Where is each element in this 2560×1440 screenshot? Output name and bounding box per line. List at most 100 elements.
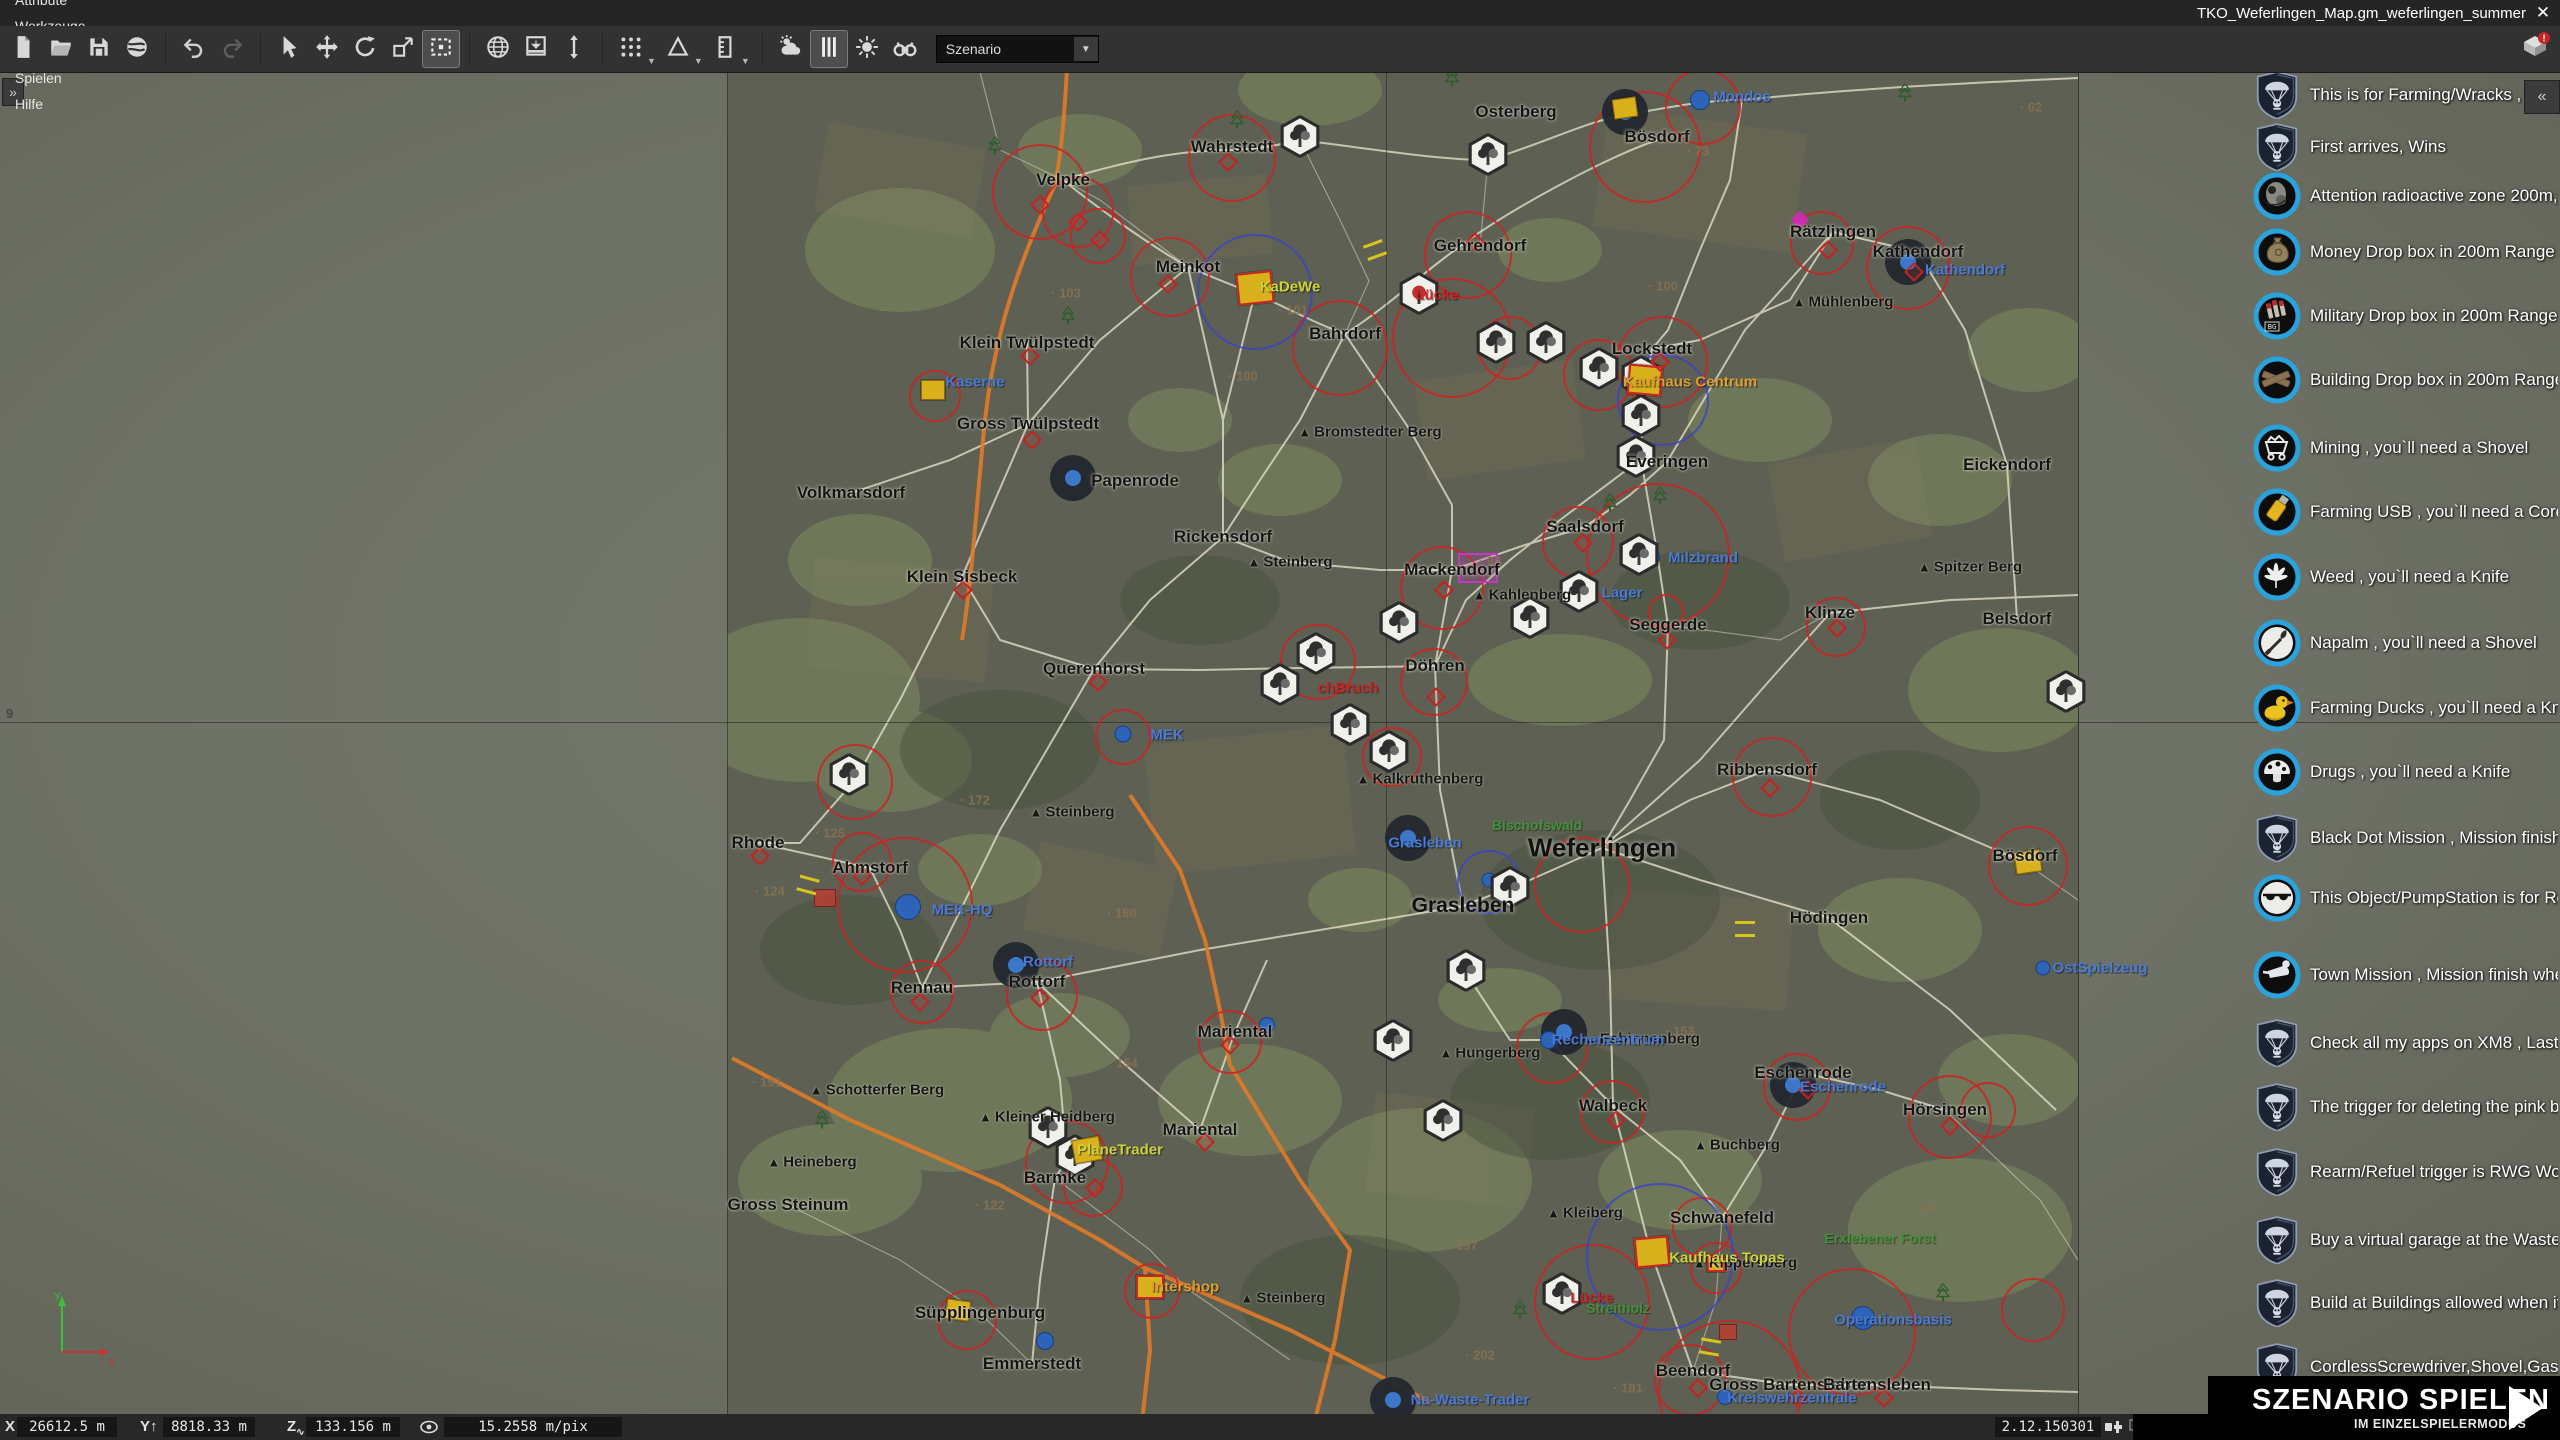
briefing-item[interactable]: Black Dot Mission , Mission finish when … [2252,811,2558,865]
menu-item-hilfe[interactable]: Hilfe [0,91,114,117]
scale-tool-button[interactable] [385,31,421,67]
map-label-blue: Rottorf [1023,954,1073,971]
move-tool-button[interactable] [309,31,345,67]
panel-collapse-button[interactable]: « [2524,80,2560,114]
play-scenario-button[interactable]: SZENARIO SPIELEN IM EINZELSPIELERMODUS [2208,1376,2560,1440]
coord-x-value[interactable]: 26612.5 m [17,1417,117,1437]
badge-icon [2252,123,2302,171]
elevation-label: · 154 [1108,1056,1138,1071]
briefing-item[interactable]: Town Mission , Mission finish when 80% a… [2252,948,2558,1002]
bridge-marker [1735,921,1755,937]
surface-snap-button[interactable] [518,31,554,67]
briefing-item[interactable]: Napalm , you`ll need a Shovel [2252,616,2558,670]
save-button[interactable] [81,31,117,67]
briefing-item[interactable]: The trigger for deleting the pink box ar… [2252,1080,2558,1134]
map-viewport[interactable]: 9 9 » · 103· 101· 100· 100· 98· 73· 62· … [0,72,2560,1414]
trader-box-marker [1719,1324,1737,1340]
select-cursor-button[interactable] [271,31,307,67]
briefing-item[interactable]: First arrives, Wins [2252,120,2558,174]
new-file-button[interactable] [5,31,41,67]
undo-button[interactable] [176,31,212,67]
menu-item-attribute[interactable]: Attribute [0,0,114,13]
briefing-item[interactable]: BGMilitary Drop box in 200m Range with D… [2252,289,2558,343]
briefing-item[interactable]: Money Drop box in 200m Range with Ducks [2252,225,2558,279]
forest-mission-hex-marker [1559,571,1599,618]
moneybag-icon [2252,227,2302,277]
briefing-item-text: The trigger for deleting the pink box ar… [2310,1097,2558,1117]
briefing-item[interactable]: Weed , you`ll need a Knife [2252,550,2558,604]
chevron-down-icon[interactable]: ▼ [1074,37,1098,61]
forest-mission-hex-marker [1526,322,1566,369]
town-diamond-marker [1760,778,1780,798]
angle-snap-button[interactable] [660,31,696,67]
tree-icon [1603,494,1617,517]
town-diamond-marker [1068,212,1088,232]
weather-clouds-button[interactable] [773,31,809,67]
briefing-item[interactable]: Check all my apps on XM8 , Last AI,Playe… [2252,1016,2558,1070]
coord-y-value[interactable]: 8818.33 m [163,1417,255,1437]
map-scale-value[interactable]: 15.2558 m/pix [444,1417,622,1437]
briefing-item[interactable]: This is for Farming/Wracks , ! Claim n [2252,68,2558,122]
map-label-peak: ▲Kleiberg [1547,1205,1623,1222]
coord-z-value[interactable]: 133.156 m [306,1417,400,1437]
binoculars-button[interactable] [887,31,923,67]
toolbar-separator [602,33,603,65]
gamepad-icon[interactable] [2104,1418,2124,1436]
coord-z-label: Z∿ [287,1418,305,1438]
elevation-label: · 124 [755,884,785,899]
town-diamond-marker [1788,1388,1808,1408]
map-label-town: Gross Twülpstedt [957,414,1099,434]
town-diamond-marker [1088,672,1108,692]
briefing-item[interactable]: Mining , you`ll need a Shovel [2252,421,2558,475]
rotate-tool-button[interactable] [347,31,383,67]
briefing-item[interactable]: Farming Ducks , you`ll need a Knife [2252,681,2558,735]
rain-button[interactable] [811,31,847,67]
angle-snap-dropdown-arrow[interactable]: ▼ [694,56,703,66]
globe-button[interactable] [480,31,516,67]
redo-icon [219,34,245,65]
briefing-item[interactable]: This Object/PumpStation is for Rearm/Ref… [2252,871,2558,925]
town-diamond-marker [1606,1110,1626,1130]
mission-zone-circle [1658,1320,1802,1414]
town-diamond-marker [1434,580,1454,600]
close-icon[interactable]: ✕ [2526,0,2560,26]
trader-zone-circle [1457,850,1521,914]
vertical-move-button[interactable] [556,31,592,67]
briefing-item[interactable]: Buy a virtual garage at the Wastedump Tr… [2252,1213,2558,1267]
map-label-town: Osterberg [1475,102,1556,122]
coord-y-label: Y↑ [140,1418,158,1435]
forest-mission-hex-marker [1619,534,1659,581]
elevation-label: · 153 [1665,1024,1695,1039]
badge-icon [2252,1148,2302,1196]
briefing-item[interactable]: Build at Buildings allowed when its Poss… [2252,1276,2558,1330]
shovel-icon [2252,618,2302,668]
scenario-combobox[interactable]: Szenario▼ [936,35,1099,63]
open-folder-button[interactable] [43,31,79,67]
briefing-item[interactable]: Rearm/Refuel trigger is RWG Workbench 50… [2252,1145,2558,1199]
box-select-button[interactable] [423,31,459,67]
briefing-item-text: Town Mission , Mission finish when 80% a… [2310,965,2558,985]
mission-zone-circle [817,744,893,820]
town-diamond-marker [1218,152,1238,172]
grid-snap-button[interactable] [613,31,649,67]
sun-button[interactable] [849,31,885,67]
move-tool-icon [314,34,340,65]
briefing-item[interactable]: Drugs , you`ll need a Knife [2252,745,2558,799]
town-diamond-marker [1904,262,1924,282]
redo-button[interactable] [214,31,250,67]
measure-button[interactable] [707,31,743,67]
briefing-item[interactable]: Attention radioactive zone 200m,you`ll n… [2252,169,2558,223]
grid-snap-dropdown-arrow[interactable]: ▼ [647,56,656,66]
map-label-blue: Milzbrand [1668,550,1738,567]
world-save-button[interactable] [119,31,155,67]
mission-zone-circle [1988,826,2068,906]
pink-box-marker [1791,211,1809,229]
measure-dropdown-arrow[interactable]: ▼ [741,56,750,66]
briefing-item[interactable]: Building Drop box in 200m Range with Duc… [2252,353,2558,407]
map-label-peak: ▲Esbinnenberg [1584,1031,1700,1048]
package-warning-icon[interactable]: ! [2520,31,2550,66]
tree-icon [988,137,1002,160]
objective-dot-marker [1690,90,1710,110]
briefing-item[interactable]: Farming USB , you`ll need a CordlessScre… [2252,485,2558,539]
briefing-item-text: Napalm , you`ll need a Shovel [2310,633,2537,653]
